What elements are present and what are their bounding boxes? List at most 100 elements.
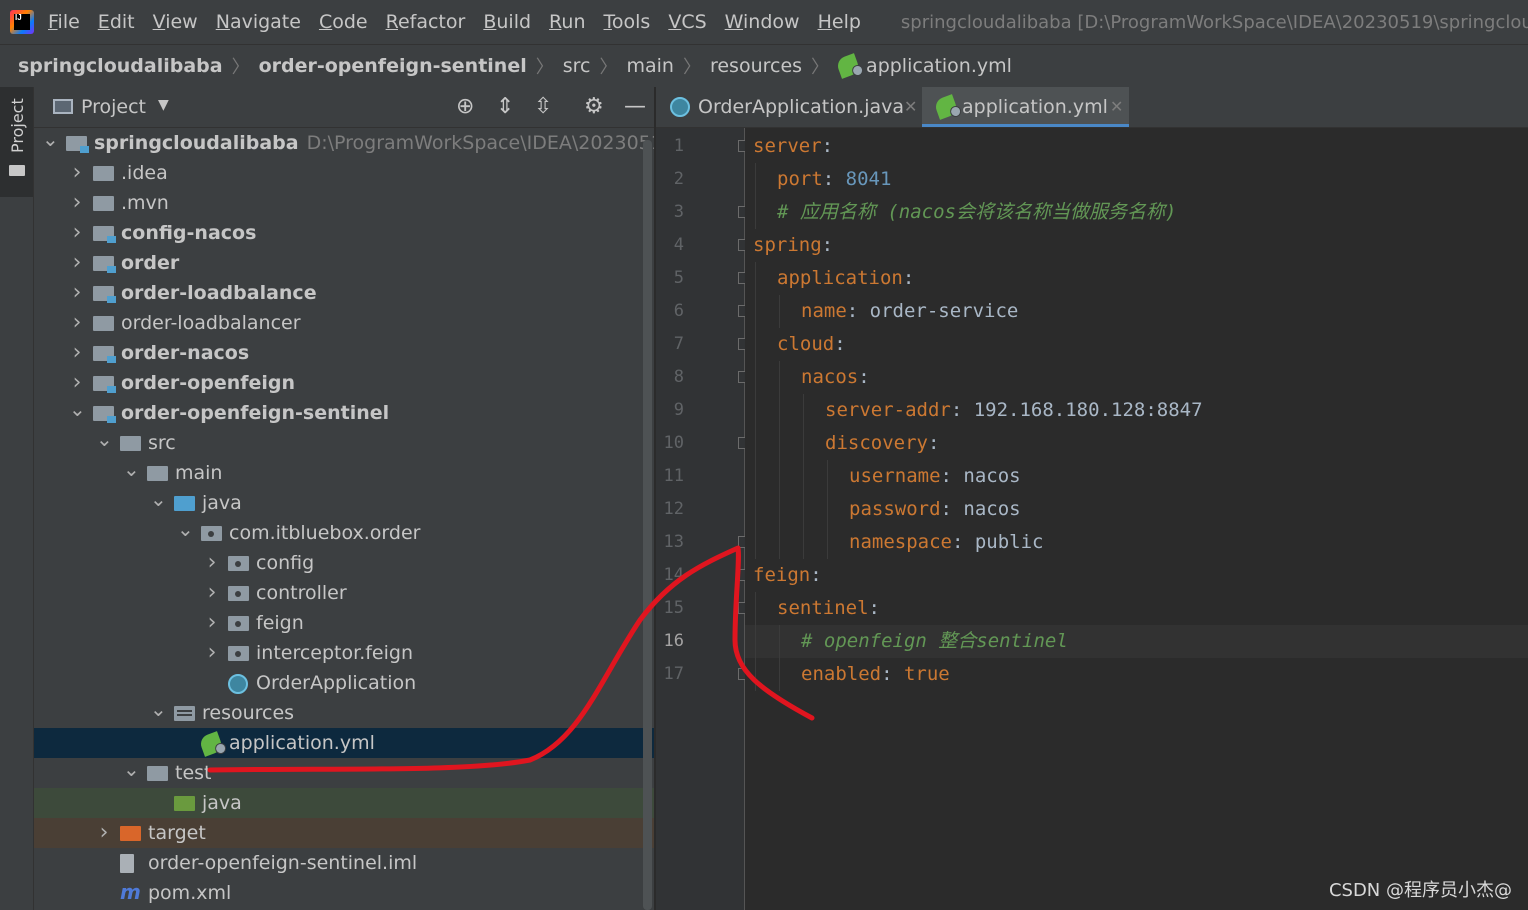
code-token: : [950, 399, 974, 421]
chevron-right-icon[interactable]: › [204, 638, 220, 668]
tree-row[interactable]: application.yml [34, 728, 654, 758]
folder-icon [147, 466, 168, 481]
tree-row[interactable]: › .idea [34, 158, 654, 188]
breadcrumb-project[interactable]: springcloudalibaba [14, 55, 227, 77]
indent-guide [803, 460, 804, 493]
tree-row[interactable]: ⌄ com.itbluebox.order [34, 518, 654, 548]
code-editor[interactable]: server: port: 8041 # 应用名称 (nacos会将该名称当做服务名… [745, 128, 1528, 910]
code-token: : [822, 168, 846, 190]
chevron-down-icon[interactable]: ⌄ [150, 698, 167, 728]
gear-icon[interactable]: ⚙ [584, 94, 604, 120]
indent-guide [779, 493, 780, 526]
chevron-right-icon[interactable]: › [69, 188, 85, 218]
close-icon[interactable]: ✕ [1110, 87, 1123, 127]
tree-row[interactable]: ⌄ resources [34, 698, 654, 728]
menu-tools[interactable]: Tools [604, 11, 651, 33]
tree-row[interactable]: › order-openfeign [34, 368, 654, 398]
tree-row[interactable]: ⌄ java [34, 488, 654, 518]
chevron-down-icon[interactable]: ▼ [158, 97, 169, 113]
code-token: spring [753, 234, 822, 256]
breadcrumb-file[interactable]: application.yml [862, 55, 1016, 77]
breadcrumb-resources[interactable]: resources [706, 55, 806, 77]
chevron-right-icon[interactable]: › [69, 158, 85, 188]
tree-row[interactable]: › controller [34, 578, 654, 608]
line-number: 14 [663, 565, 684, 585]
chevron-down-icon[interactable]: ⌄ [177, 518, 194, 548]
tree-row[interactable]: › target [34, 818, 654, 848]
menu-build[interactable]: Build [483, 11, 531, 33]
indent-guide [755, 196, 756, 229]
tree-row[interactable]: ⌄ src [34, 428, 654, 458]
chevron-right-icon[interactable]: › [69, 308, 85, 338]
chevron-right-icon[interactable]: › [204, 608, 220, 638]
tree-row[interactable]: java [34, 788, 654, 818]
module-folder-icon [66, 136, 89, 153]
code-token: username [849, 465, 941, 487]
code-token: : [881, 663, 904, 685]
breadcrumb-module[interactable]: order-openfeign-sentinel [255, 55, 531, 77]
tree-row[interactable]: ⌄ order-openfeign-sentinel [34, 398, 654, 428]
menu-window[interactable]: Window [725, 11, 800, 33]
tree-row[interactable]: › config [34, 548, 654, 578]
tree-scrollbar[interactable] [643, 140, 652, 910]
tree-item-label: feign [256, 612, 304, 634]
menu-file[interactable]: File [48, 11, 80, 33]
tree-row[interactable]: › order-nacos [34, 338, 654, 368]
chevron-down-icon[interactable]: ⌄ [69, 398, 86, 428]
tree-row[interactable]: › config-nacos [34, 218, 654, 248]
chevron-right-icon[interactable]: › [204, 578, 220, 608]
chevron-right-icon[interactable]: › [69, 338, 85, 368]
menu-navigate[interactable]: Navigate [216, 11, 301, 33]
code-line: enabled: true [745, 658, 1528, 691]
menu-refactor[interactable]: Refactor [386, 11, 466, 33]
menu-view[interactable]: View [153, 11, 198, 33]
chevron-down-icon[interactable]: ⌄ [123, 458, 140, 488]
menu-vcs[interactable]: VCS [668, 11, 706, 33]
project-tool-button[interactable]: Project [0, 87, 33, 197]
chevron-down-icon[interactable]: ⌄ [123, 758, 140, 788]
folder-icon [93, 316, 114, 331]
hide-panel-icon[interactable]: — [624, 94, 646, 120]
tree-row[interactable]: ⌄ test [34, 758, 654, 788]
tab-application-yml[interactable]: application.yml ✕ [922, 87, 1129, 127]
chevron-right-icon[interactable]: › [204, 548, 220, 578]
editor-gutter[interactable]: 1 2 3 4 5 6 7 8 9 10 11 12 13 14 15 16 17 [656, 128, 750, 910]
breadcrumb-src[interactable]: src [559, 55, 595, 77]
indent-guide [755, 625, 756, 658]
expand-all-icon[interactable]: ⇕ [496, 94, 514, 120]
tree-row[interactable]: › interceptor.feign [34, 638, 654, 668]
chevron-right-icon[interactable]: › [69, 278, 85, 308]
tab-order-application[interactable]: OrderApplication.java ✕ [656, 87, 920, 127]
tree-row[interactable]: › order-loadbalancer [34, 308, 654, 338]
tree-row[interactable]: › order-loadbalance [34, 278, 654, 308]
tree-row[interactable]: › order [34, 248, 654, 278]
source-folder-icon [174, 496, 195, 511]
collapse-all-icon[interactable]: ⇳ [534, 94, 552, 120]
module-folder-icon [93, 346, 116, 363]
chevron-right-icon[interactable]: › [69, 218, 85, 248]
tree-row[interactable]: m pom.xml [34, 878, 654, 908]
breadcrumb-main[interactable]: main [622, 55, 677, 77]
tree-row[interactable]: ⌄ main [34, 458, 654, 488]
tree-row[interactable]: › feign [34, 608, 654, 638]
chevron-down-icon[interactable]: ⌄ [150, 488, 167, 518]
tree-row[interactable]: ⌄ springcloudalibaba D:\ProgramWorkSpace\I… [34, 128, 654, 158]
chevron-right-icon[interactable]: › [69, 368, 85, 398]
tree-item-label: java [202, 492, 242, 514]
chevron-down-icon[interactable]: ⌄ [96, 428, 113, 458]
indent-guide [779, 295, 780, 328]
menu-help[interactable]: Help [818, 11, 861, 33]
tree-row[interactable]: › .mvn [34, 188, 654, 218]
close-icon[interactable]: ✕ [904, 87, 917, 127]
menu-run[interactable]: Run [549, 11, 585, 33]
menu-code[interactable]: Code [319, 11, 368, 33]
project-view-selector[interactable]: Project [81, 96, 146, 118]
chevron-right-icon: 〉 [535, 57, 554, 78]
locate-file-icon[interactable]: ⊕ [456, 94, 474, 120]
menu-edit[interactable]: Edit [98, 11, 135, 33]
chevron-down-icon[interactable]: ⌄ [42, 128, 59, 158]
tree-row[interactable]: order-openfeign-sentinel.iml [34, 848, 654, 878]
chevron-right-icon[interactable]: › [96, 818, 112, 848]
tree-row[interactable]: OrderApplication [34, 668, 654, 698]
chevron-right-icon[interactable]: › [69, 248, 85, 278]
